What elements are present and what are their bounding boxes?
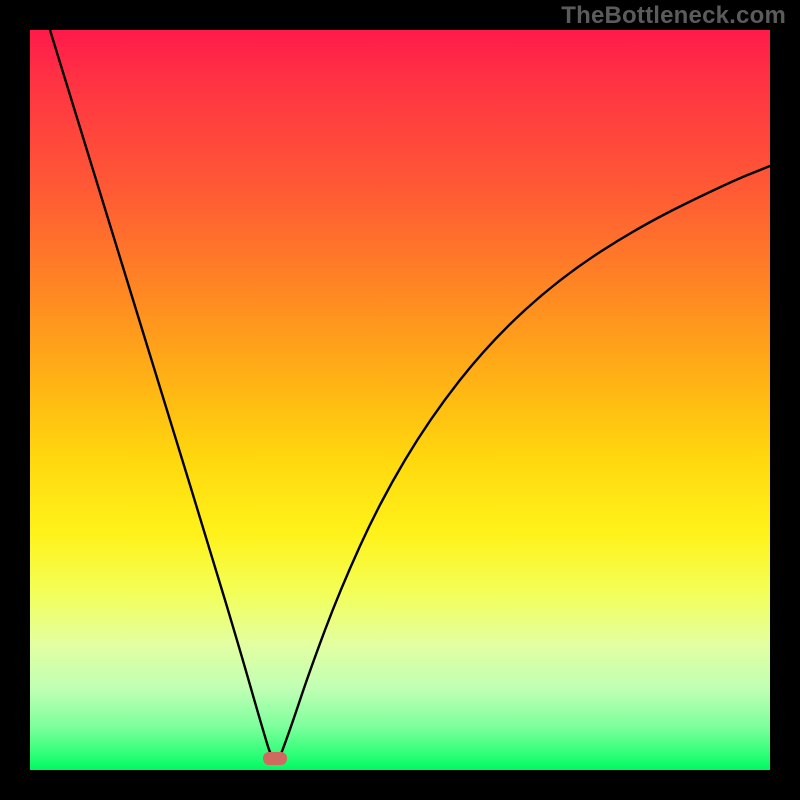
chart-frame: TheBottleneck.com [0,0,800,800]
optimum-marker [263,752,287,765]
plot-area [30,30,770,770]
bottleneck-curve [30,30,770,770]
watermark-text: TheBottleneck.com [561,2,786,30]
